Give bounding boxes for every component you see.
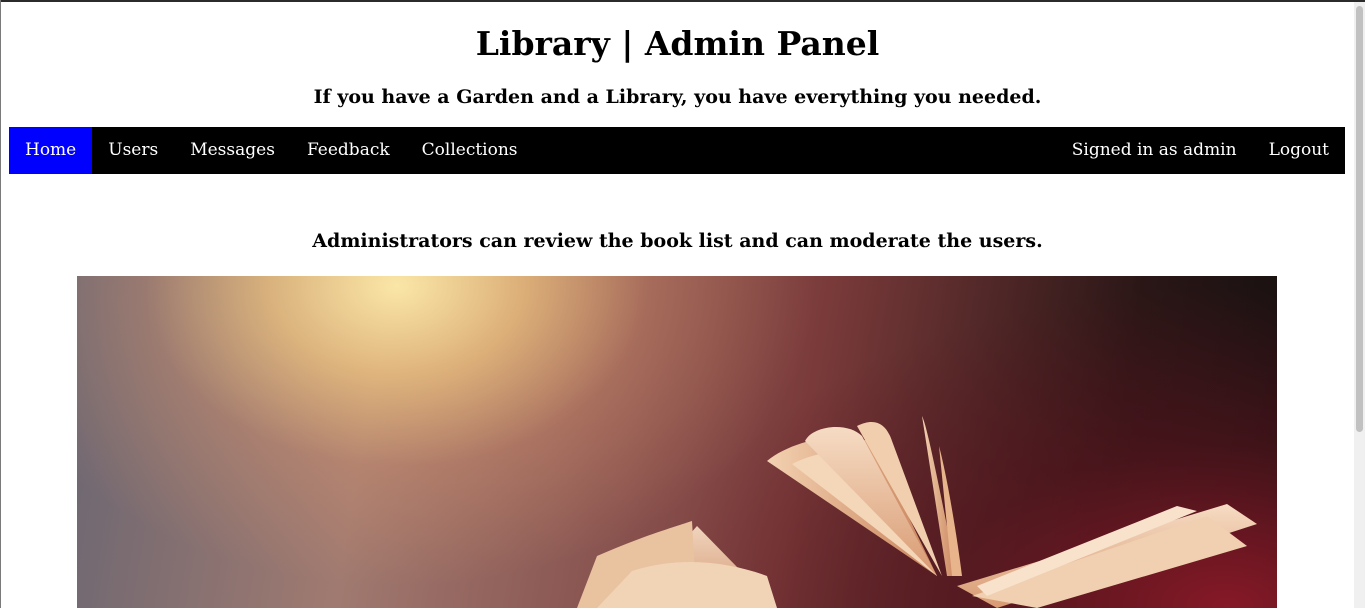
nav-right-group: Signed in as admin Logout [1056, 127, 1345, 174]
scrollbar-track[interactable] [1354, 2, 1365, 608]
window-top-border [0, 0, 1365, 2]
nav-users[interactable]: Users [92, 127, 174, 174]
page-title: Library | Admin Panel [475, 24, 880, 63]
hero-image [77, 276, 1277, 608]
nav-feedback[interactable]: Feedback [291, 127, 406, 174]
nav-logout[interactable]: Logout [1253, 127, 1345, 174]
nav-collections[interactable]: Collections [406, 127, 534, 174]
nav-home[interactable]: Home [9, 127, 93, 174]
intro-text: Administrators can review the book list … [312, 230, 1043, 252]
scrollbar-thumb[interactable] [1356, 6, 1363, 432]
tagline: If you have a Garden and a Library, you … [313, 86, 1042, 108]
open-book-illustration [577, 416, 1257, 608]
nav-messages[interactable]: Messages [174, 127, 291, 174]
nav-signed-in[interactable]: Signed in as admin [1056, 127, 1253, 174]
navbar: Home Users Messages Feedback Collections… [9, 127, 1345, 174]
nav-left-group: Home Users Messages Feedback Collections [9, 127, 534, 174]
